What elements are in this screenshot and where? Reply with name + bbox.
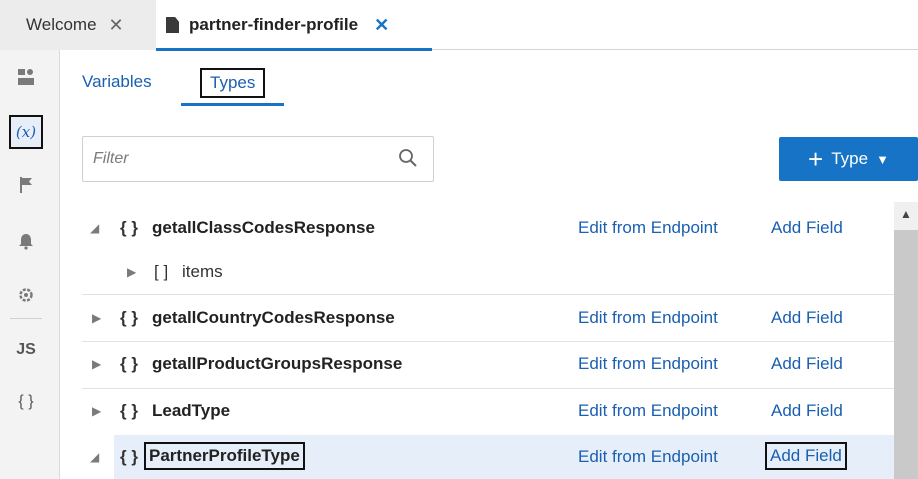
bell-icon[interactable] bbox=[9, 224, 43, 258]
object-type-icon: { } bbox=[120, 447, 138, 466]
flag-icon[interactable] bbox=[9, 168, 43, 202]
close-icon[interactable]: ✕ bbox=[374, 15, 389, 36]
caret-down-icon: ▼ bbox=[876, 151, 889, 167]
type-name: getallCountryCodesResponse bbox=[152, 308, 395, 327]
file-icon bbox=[166, 17, 179, 33]
active-tab-indicator bbox=[181, 103, 284, 106]
object-type-icon: { } bbox=[120, 308, 138, 327]
add-field-link[interactable]: Add Field bbox=[771, 354, 843, 374]
plus-icon: + bbox=[808, 144, 824, 174]
edit-from-endpoint-link[interactable]: Edit from Endpoint bbox=[578, 447, 718, 467]
list-item[interactable]: ▶ { } LeadType Edit from Endpoint Add Fi… bbox=[82, 389, 894, 435]
left-rail: (x) JS { } bbox=[0, 50, 60, 479]
tab-active-label: partner-finder-profile bbox=[189, 15, 359, 34]
edit-from-endpoint-link[interactable]: Edit from Endpoint bbox=[578, 308, 718, 328]
filter-field bbox=[82, 136, 434, 182]
type-name: getallClassCodesResponse bbox=[152, 218, 375, 237]
expand-icon[interactable]: ▶ bbox=[92, 404, 101, 418]
tab-variables[interactable]: Variables bbox=[82, 72, 152, 92]
tab-welcome[interactable]: Welcome ✕ bbox=[26, 0, 156, 50]
braces-icon[interactable]: { } bbox=[9, 385, 43, 419]
js-icon[interactable]: JS bbox=[9, 333, 43, 367]
panel-icon[interactable] bbox=[9, 60, 43, 94]
vertical-scrollbar[interactable]: ▲ bbox=[894, 202, 918, 479]
filter-input[interactable] bbox=[83, 137, 373, 181]
collapse-icon[interactable]: ◢ bbox=[90, 450, 99, 464]
type-name: PartnerProfileType bbox=[144, 442, 305, 470]
gear-icon[interactable] bbox=[9, 278, 43, 312]
type-button-label: Type bbox=[831, 149, 869, 168]
list-item[interactable]: ▶ [ ] items bbox=[82, 251, 894, 293]
variables-icon[interactable]: (x) bbox=[9, 115, 43, 149]
scroll-up-icon[interactable]: ▲ bbox=[894, 202, 918, 226]
tab-types[interactable]: Types bbox=[200, 68, 266, 98]
expand-icon[interactable]: ▶ bbox=[92, 357, 101, 371]
list-item[interactable]: ◢ { } PartnerProfileType Edit from Endpo… bbox=[82, 435, 894, 479]
edit-from-endpoint-link[interactable]: Edit from Endpoint bbox=[578, 354, 718, 374]
add-field-link[interactable]: Add Field bbox=[771, 218, 843, 238]
edit-from-endpoint-link[interactable]: Edit from Endpoint bbox=[578, 401, 718, 421]
rail-separator bbox=[10, 318, 42, 319]
tab-bar-gutter bbox=[0, 0, 26, 50]
types-list: ◢ { } getallClassCodesResponse Edit from… bbox=[82, 205, 894, 479]
collapse-icon[interactable]: ◢ bbox=[90, 221, 99, 235]
add-field-link[interactable]: Add Field bbox=[765, 442, 847, 470]
tab-welcome-label: Welcome bbox=[26, 15, 97, 34]
list-item[interactable]: ▶ { } getallCountryCodesResponse Edit fr… bbox=[82, 295, 894, 341]
list-item[interactable]: ▶ { } getallProductGroupsResponse Edit f… bbox=[82, 342, 894, 388]
expand-icon[interactable]: ▶ bbox=[92, 311, 101, 325]
close-icon[interactable]: ✕ bbox=[109, 15, 124, 36]
sub-tabs: Variables Types bbox=[60, 50, 918, 110]
array-type-icon: [ ] bbox=[154, 262, 169, 281]
expand-icon[interactable]: ▶ bbox=[127, 265, 136, 279]
search-icon[interactable] bbox=[397, 147, 419, 169]
object-type-icon: { } bbox=[120, 354, 138, 373]
scroll-thumb[interactable] bbox=[894, 230, 918, 479]
edit-from-endpoint-link[interactable]: Edit from Endpoint bbox=[578, 218, 718, 238]
object-type-icon: { } bbox=[120, 218, 138, 237]
add-field-link[interactable]: Add Field bbox=[771, 308, 843, 328]
tab-bar: Welcome ✕ partner-finder-profile ✕ bbox=[0, 0, 918, 51]
field-name: items bbox=[182, 262, 223, 281]
add-type-button[interactable]: + Type ▼ bbox=[779, 137, 918, 181]
list-item[interactable]: ◢ { } getallClassCodesResponse Edit from… bbox=[82, 205, 894, 251]
tab-partner-finder-profile[interactable]: partner-finder-profile ✕ bbox=[156, 0, 432, 51]
object-type-icon: { } bbox=[120, 401, 138, 420]
add-field-link[interactable]: Add Field bbox=[771, 401, 843, 421]
type-name: getallProductGroupsResponse bbox=[152, 354, 403, 373]
type-name: LeadType bbox=[152, 401, 231, 420]
